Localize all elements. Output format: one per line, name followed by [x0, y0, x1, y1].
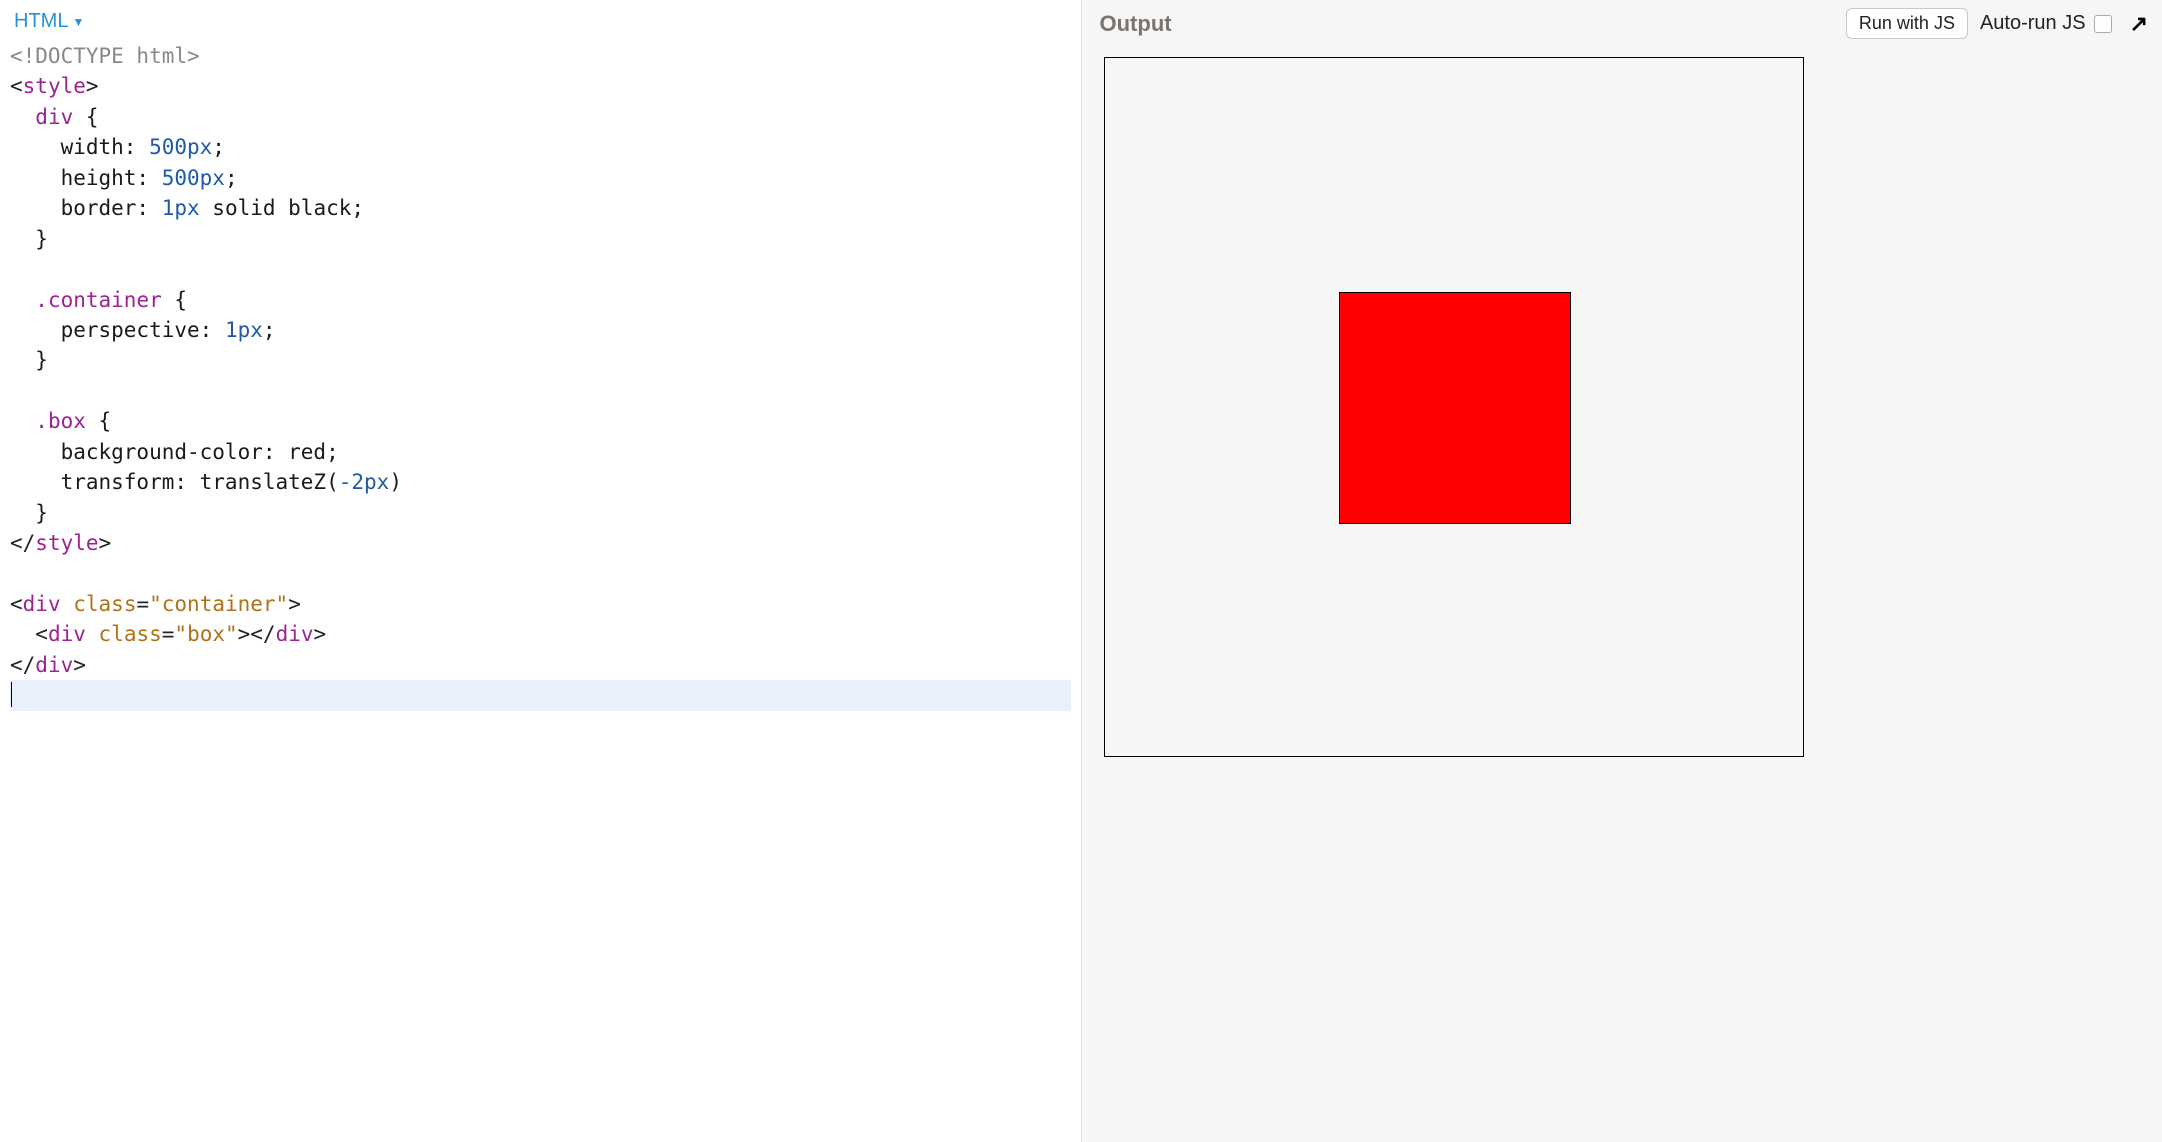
- run-js-button[interactable]: Run with JS: [1846, 8, 1968, 39]
- editor-pane: HTML ▼ <!DOCTYPE html><style> div { widt…: [0, 0, 1081, 1142]
- code-line: .container {: [10, 285, 1071, 315]
- code-line: .box {: [10, 406, 1071, 436]
- code-line: }: [10, 345, 1071, 375]
- chevron-down-icon: ▼: [72, 15, 84, 29]
- code-line: [10, 558, 1071, 588]
- code-line: border: 1px solid black;: [10, 193, 1071, 223]
- language-selector[interactable]: HTML ▼: [14, 10, 84, 33]
- code-line: perspective: 1px;: [10, 315, 1071, 345]
- output-header: Output Run with JS Auto-run JS ↗: [1082, 0, 2162, 47]
- output-body: [1082, 47, 2162, 1142]
- preview-box: [1339, 292, 1571, 524]
- editor-header: HTML ▼: [0, 0, 1081, 39]
- code-line: <!DOCTYPE html>: [10, 41, 1071, 71]
- code-line: </div>: [10, 650, 1071, 680]
- output-title: Output: [1100, 11, 1834, 37]
- language-label: HTML: [14, 10, 68, 33]
- code-line: [10, 376, 1071, 406]
- auto-run-checkbox[interactable]: [2094, 15, 2112, 33]
- text-cursor: [11, 682, 12, 707]
- code-line: <div class="container">: [10, 589, 1071, 619]
- preview-container: [1104, 57, 1804, 757]
- expand-icon[interactable]: ↗: [2130, 11, 2148, 37]
- code-line: transform: translateZ(-2px): [10, 467, 1071, 497]
- code-line: background-color: red;: [10, 437, 1071, 467]
- code-line: }: [10, 498, 1071, 528]
- code-line: </style>: [10, 528, 1071, 558]
- code-line: height: 500px;: [10, 163, 1071, 193]
- output-pane: Output Run with JS Auto-run JS ↗: [1081, 0, 2162, 1142]
- code-line: div {: [10, 102, 1071, 132]
- code-editor[interactable]: <!DOCTYPE html><style> div { width: 500p…: [0, 39, 1081, 1142]
- code-line: <style>: [10, 71, 1071, 101]
- code-line: }: [10, 224, 1071, 254]
- render-frame: [1104, 57, 2141, 1120]
- code-line: <div class="box"></div>: [10, 619, 1071, 649]
- code-line: width: 500px;: [10, 132, 1071, 162]
- app-root: HTML ▼ <!DOCTYPE html><style> div { widt…: [0, 0, 2162, 1142]
- code-line: [10, 254, 1071, 284]
- auto-run-toggle[interactable]: Auto-run JS: [1980, 12, 2112, 35]
- cursor-line: [10, 680, 1071, 710]
- auto-run-label: Auto-run JS: [1980, 12, 2086, 35]
